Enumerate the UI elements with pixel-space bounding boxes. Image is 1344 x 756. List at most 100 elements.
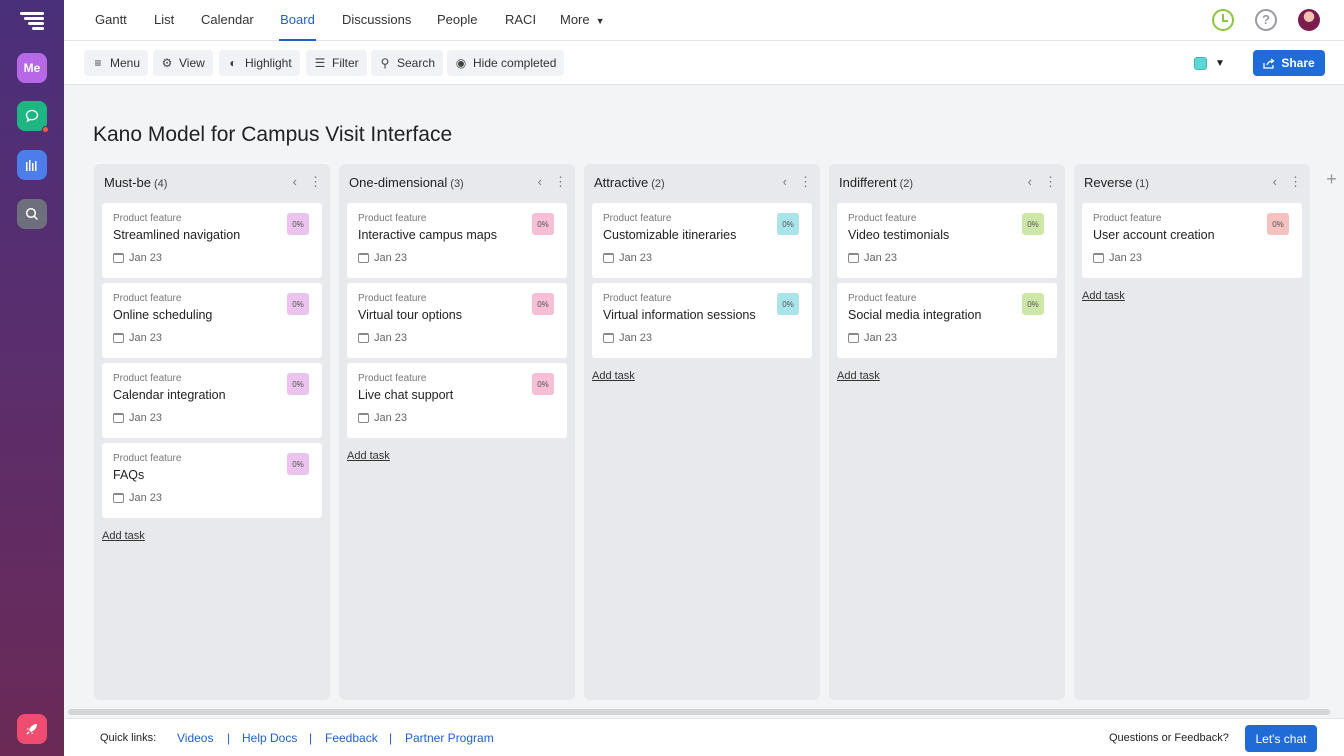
- footer: Quick links: Videos | Help Docs | Feedba…: [64, 718, 1344, 756]
- card-date: Jan 23: [113, 492, 162, 504]
- progress-badge[interactable]: 0%: [532, 213, 554, 235]
- global-search-button[interactable]: [17, 199, 47, 229]
- task-card[interactable]: Product featureCalendar integrationJan 2…: [102, 363, 322, 438]
- progress-badge[interactable]: 0%: [1022, 293, 1044, 315]
- card-title: Virtual information sessions: [603, 308, 756, 322]
- task-card[interactable]: Product featureFAQsJan 230%: [102, 443, 322, 518]
- help-icon[interactable]: ?: [1255, 9, 1277, 31]
- me-button[interactable]: Me: [17, 53, 47, 83]
- tab-list[interactable]: List: [154, 0, 174, 41]
- share-icon: [1263, 58, 1275, 69]
- whats-new-button[interactable]: [17, 714, 47, 744]
- calendar-icon: [358, 253, 369, 263]
- lets-chat-button[interactable]: Let's chat: [1245, 725, 1317, 752]
- column-menu-icon[interactable]: ⋮: [1044, 174, 1057, 190]
- card-title: Social media integration: [848, 308, 981, 322]
- card-date: Jan 23: [848, 252, 897, 264]
- hide-completed-button[interactable]: ◉Hide completed: [447, 50, 564, 76]
- highlight-button[interactable]: ◐Highlight: [219, 50, 300, 76]
- reports-button[interactable]: [17, 150, 47, 180]
- card-date-text: Jan 23: [619, 332, 652, 344]
- progress-badge[interactable]: 0%: [287, 453, 309, 475]
- card-date: Jan 23: [1093, 252, 1142, 264]
- filter-button[interactable]: ☰Filter: [306, 50, 367, 76]
- task-card[interactable]: Product featureCustomizable itinerariesJ…: [592, 203, 812, 278]
- task-card[interactable]: Product featureLive chat supportJan 230%: [347, 363, 567, 438]
- column-menu-icon[interactable]: ⋮: [309, 174, 322, 190]
- card-type: Product feature: [358, 213, 426, 224]
- calendar-icon: [1093, 253, 1104, 263]
- add-task-link[interactable]: Add task: [592, 370, 635, 382]
- footer-link-help-docs[interactable]: Help Docs: [242, 731, 297, 745]
- board-column: Indifferent(2)‹⋮Product featureVideo tes…: [829, 164, 1065, 700]
- chat-icon[interactable]: [17, 101, 47, 131]
- collapse-column-icon[interactable]: ‹: [538, 174, 542, 190]
- card-date: Jan 23: [603, 332, 652, 344]
- add-column-icon[interactable]: +: [1319, 164, 1344, 194]
- add-task-link[interactable]: Add task: [102, 530, 145, 542]
- progress-badge[interactable]: 0%: [287, 373, 309, 395]
- add-task-link[interactable]: Add task: [347, 450, 390, 462]
- column-menu-icon[interactable]: ⋮: [799, 174, 812, 190]
- horizontal-scrollbar[interactable]: [68, 709, 1330, 715]
- collapse-column-icon[interactable]: ‹: [1028, 174, 1032, 190]
- column-name: Reverse: [1084, 175, 1132, 190]
- task-card[interactable]: Product featureVirtual information sessi…: [592, 283, 812, 358]
- tab-more[interactable]: More▼: [560, 0, 605, 41]
- time-tracking-clock-icon[interactable]: [1212, 9, 1234, 31]
- card-date: Jan 23: [113, 412, 162, 424]
- task-card[interactable]: Product featureOnline schedulingJan 230%: [102, 283, 322, 358]
- task-card[interactable]: Product featureInteractive campus mapsJa…: [347, 203, 567, 278]
- progress-badge[interactable]: 0%: [287, 293, 309, 315]
- task-card[interactable]: Product featureUser account creationJan …: [1082, 203, 1302, 278]
- color-picker[interactable]: ▼: [1186, 52, 1232, 74]
- page-title: Kano Model for Campus Visit Interface: [93, 123, 452, 147]
- footer-link-videos[interactable]: Videos: [177, 731, 213, 745]
- share-button[interactable]: Share: [1253, 50, 1325, 76]
- progress-badge[interactable]: 0%: [1022, 213, 1044, 235]
- menu-button[interactable]: ≡Menu: [84, 50, 148, 76]
- card-date: Jan 23: [358, 332, 407, 344]
- progress-badge[interactable]: 0%: [287, 213, 309, 235]
- task-card[interactable]: Product featureVideo testimonialsJan 230…: [837, 203, 1057, 278]
- board-toolbar: ≡Menu ⚙View ◐Highlight ☰Filter ⚲Search ◉…: [64, 41, 1344, 85]
- add-task-link[interactable]: Add task: [1082, 290, 1125, 302]
- avatar[interactable]: [1298, 9, 1320, 31]
- column-menu-icon[interactable]: ⋮: [1289, 174, 1302, 190]
- app-logo-icon[interactable]: [20, 12, 44, 30]
- footer-separator: |: [309, 731, 312, 745]
- card-date: Jan 23: [113, 252, 162, 264]
- collapse-column-icon[interactable]: ‹: [1273, 174, 1277, 190]
- card-date: Jan 23: [848, 332, 897, 344]
- view-button[interactable]: ⚙View: [153, 50, 213, 76]
- tab-board[interactable]: Board: [279, 0, 316, 41]
- search-button[interactable]: ⚲Search: [371, 50, 443, 76]
- card-date: Jan 23: [113, 332, 162, 344]
- progress-badge[interactable]: 0%: [777, 293, 799, 315]
- calendar-icon: [113, 413, 124, 423]
- task-card[interactable]: Product featureStreamlined navigationJan…: [102, 203, 322, 278]
- calendar-icon: [358, 333, 369, 343]
- task-card[interactable]: Product featureVirtual tour optionsJan 2…: [347, 283, 567, 358]
- progress-badge[interactable]: 0%: [532, 293, 554, 315]
- footer-link-partner-program[interactable]: Partner Program: [405, 731, 494, 745]
- card-date-text: Jan 23: [374, 332, 407, 344]
- progress-badge[interactable]: 0%: [777, 213, 799, 235]
- tab-people[interactable]: People: [437, 0, 477, 41]
- footer-link-feedback[interactable]: Feedback: [325, 731, 378, 745]
- column-menu-icon[interactable]: ⋮: [554, 174, 567, 190]
- collapse-column-icon[interactable]: ‹: [293, 174, 297, 190]
- progress-badge[interactable]: 0%: [1267, 213, 1289, 235]
- tab-calendar[interactable]: Calendar: [201, 0, 254, 41]
- column-header: Attractive(2): [594, 175, 665, 190]
- task-card[interactable]: Product featureSocial media integrationJ…: [837, 283, 1057, 358]
- collapse-column-icon[interactable]: ‹: [783, 174, 787, 190]
- tab-discussions[interactable]: Discussions: [342, 0, 411, 41]
- add-task-link[interactable]: Add task: [837, 370, 880, 382]
- progress-badge[interactable]: 0%: [532, 373, 554, 395]
- tab-more-label: More: [560, 12, 590, 27]
- column-actions: ‹⋮: [783, 174, 812, 190]
- card-type: Product feature: [113, 213, 181, 224]
- tab-raci[interactable]: RACI: [505, 0, 536, 41]
- tab-gantt[interactable]: Gantt: [95, 0, 127, 41]
